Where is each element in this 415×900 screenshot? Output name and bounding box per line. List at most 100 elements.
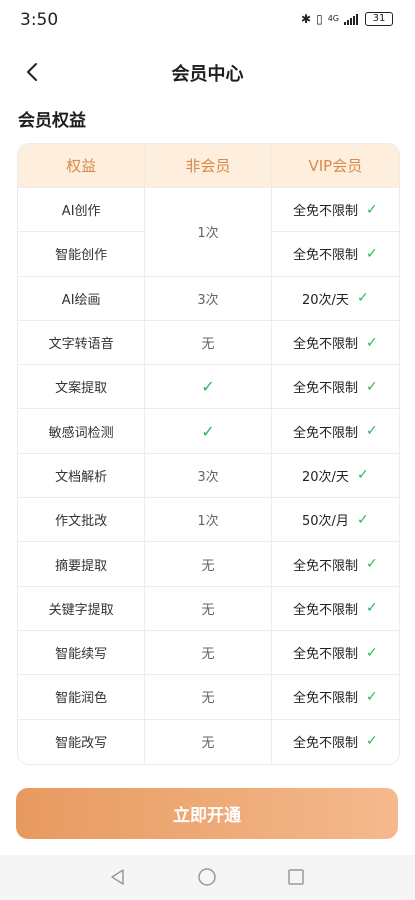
table-row: 文案提取 ✓ 全免不限制 ✓ xyxy=(18,364,399,409)
benefit-name: AI绘画 xyxy=(61,292,101,308)
vip-value-cell: 全免不限制 ✓ xyxy=(270,320,399,365)
vip-value: 全免不限制 xyxy=(292,248,358,264)
recents-square-icon[interactable] xyxy=(286,867,306,887)
vip-value-cell: 20次/天 ✓ xyxy=(270,276,399,320)
vip-value: 全免不限制 xyxy=(292,425,358,441)
table-row: 作文批改 1次 50次/月 ✓ xyxy=(18,497,399,542)
non-member-value: 无 xyxy=(144,675,270,719)
table-row: 智能润色 无 全免不限制 ✓ xyxy=(18,674,399,719)
benefit-name: 作文批改 xyxy=(55,514,108,530)
network-label: 4G xyxy=(327,14,339,23)
status-time: 3:50 xyxy=(20,10,59,30)
check-icon: ✓ xyxy=(365,600,378,617)
home-circle-icon[interactable] xyxy=(197,867,217,887)
status-icons: ✱ ▯ 4G 31 xyxy=(301,12,393,26)
non-member-value: 无 xyxy=(144,542,270,586)
vip-value: 全免不限制 xyxy=(292,337,358,353)
vip-value-cell: 全免不限制 ✓ xyxy=(271,231,399,275)
benefits-table: 权益 非会员 VIP会员 AI创作 智能创作 1次 全免不限制 ✓ 全免不限制 … xyxy=(17,143,400,765)
battery-icon: 31 xyxy=(365,12,393,26)
benefit-name: 智能续写 xyxy=(55,647,108,663)
non-member-value: 无 xyxy=(144,586,270,630)
vip-value: 全免不限制 xyxy=(292,691,358,707)
vip-value: 全免不限制 xyxy=(292,602,358,618)
signal-icon xyxy=(344,13,358,25)
header-non-member: 非会员 xyxy=(144,144,270,187)
check-icon: ✓ xyxy=(365,733,378,750)
check-icon: ✓ xyxy=(201,421,215,441)
check-icon: ✓ xyxy=(365,556,378,573)
benefit-name: 摘要提取 xyxy=(55,558,108,574)
vip-value-cell: 20次/天 ✓ xyxy=(270,453,399,498)
vip-value: 全免不限制 xyxy=(292,647,358,663)
check-icon: ✓ xyxy=(356,511,369,528)
table-row: 摘要提取 无 全免不限制 ✓ xyxy=(18,541,399,586)
vip-value-cell: 全免不限制 ✓ xyxy=(270,630,399,675)
vip-value: 20次/天 xyxy=(302,469,349,485)
table-row: 智能改写 无 全免不限制 ✓ xyxy=(18,718,399,763)
benefit-name: 关键字提取 xyxy=(48,602,114,618)
system-navigation-bar xyxy=(0,855,415,900)
vip-value: 50次/月 xyxy=(302,514,349,530)
table-row-group: AI创作 智能创作 1次 全免不限制 ✓ 全免不限制 ✓ xyxy=(18,187,399,276)
vip-value-cell: 全免不限制 ✓ xyxy=(270,675,399,719)
non-member-value: 无 xyxy=(144,630,270,675)
check-icon: ✓ xyxy=(365,644,378,661)
check-icon: ✓ xyxy=(356,467,369,484)
check-icon: ✓ xyxy=(365,201,378,218)
check-icon: ✓ xyxy=(356,290,369,307)
activate-button[interactable]: 立即开通 xyxy=(16,788,398,839)
non-member-value: 1次 xyxy=(144,498,270,542)
vip-value-cell: 全免不限制 ✓ xyxy=(272,188,399,231)
non-member-value: 无 xyxy=(144,719,270,763)
table-row: 敏感词检测 ✓ 全免不限制 ✓ xyxy=(18,408,399,453)
table-row: 关键字提取 无 全免不限制 ✓ xyxy=(18,585,399,630)
vip-value-group: 全免不限制 ✓ 全免不限制 ✓ xyxy=(270,188,399,276)
section-title: 会员权益 xyxy=(18,111,86,131)
check-icon: ✓ xyxy=(365,378,378,395)
header-benefit: 权益 xyxy=(66,157,97,175)
non-member-value: 1次 xyxy=(144,188,270,276)
non-member-value: 无 xyxy=(144,320,270,365)
table-header: 权益 非会员 VIP会员 xyxy=(18,144,399,187)
check-icon: ✓ xyxy=(365,688,378,705)
benefit-name: 智能改写 xyxy=(55,735,108,751)
table-row: 智能续写 无 全免不限制 ✓ xyxy=(18,629,399,675)
back-triangle-icon[interactable] xyxy=(108,867,128,887)
check-icon: ✓ xyxy=(201,377,215,397)
benefit-name: 敏感词检测 xyxy=(48,425,114,441)
table-row: AI绘画 3次 20次/天 ✓ xyxy=(18,275,399,320)
table-row: 文档解析 3次 20次/天 ✓ xyxy=(18,452,399,498)
benefit-name: 文档解析 xyxy=(55,469,108,485)
table-row: 文字转语音 无 全免不限制 ✓ xyxy=(18,319,399,365)
vip-value-cell: 全免不限制 ✓ xyxy=(270,409,399,453)
vip-value-cell: 全免不限制 ✓ xyxy=(270,586,399,630)
check-icon: ✓ xyxy=(365,423,378,440)
vip-value: 全免不限制 xyxy=(292,558,358,574)
navigation-bar: 会员中心 xyxy=(0,50,415,94)
bluetooth-icon: ✱ xyxy=(301,12,312,26)
benefit-name: 文案提取 xyxy=(55,381,108,397)
vip-value: 全免不限制 xyxy=(292,381,358,397)
vip-value: 全免不限制 xyxy=(292,204,358,220)
non-member-value-cell: ✓ xyxy=(144,409,270,453)
vibrate-icon: ▯ xyxy=(316,12,323,26)
benefit-name: AI创作 xyxy=(61,204,101,220)
vip-value-cell: 全免不限制 ✓ xyxy=(270,542,399,586)
check-icon: ✓ xyxy=(365,334,378,351)
page-title: 会员中心 xyxy=(171,64,244,85)
non-member-value: 3次 xyxy=(144,453,270,498)
table-body: AI绘画 3次 20次/天 ✓ 文字转语音无全免不限制 ✓ 文案提取 ✓ 全免不限制 ✓ 敏感词检测… xyxy=(18,275,399,763)
header-vip: VIP会员 xyxy=(270,144,399,187)
non-member-value-cell: ✓ xyxy=(144,365,270,409)
benefit-name: 智能润色 xyxy=(55,691,108,707)
status-bar: 3:50 ✱ ▯ 4G 31 xyxy=(0,0,415,40)
check-icon: ✓ xyxy=(365,245,378,262)
battery-level: 31 xyxy=(372,13,386,24)
vip-value-cell: 50次/月 ✓ xyxy=(270,498,399,542)
benefit-name: 文字转语音 xyxy=(48,337,114,353)
vip-value: 全免不限制 xyxy=(292,735,358,751)
vip-value: 20次/天 xyxy=(302,292,349,308)
vip-value-cell: 全免不限制 ✓ xyxy=(270,365,399,409)
benefit-name: 智能创作 xyxy=(18,231,145,275)
